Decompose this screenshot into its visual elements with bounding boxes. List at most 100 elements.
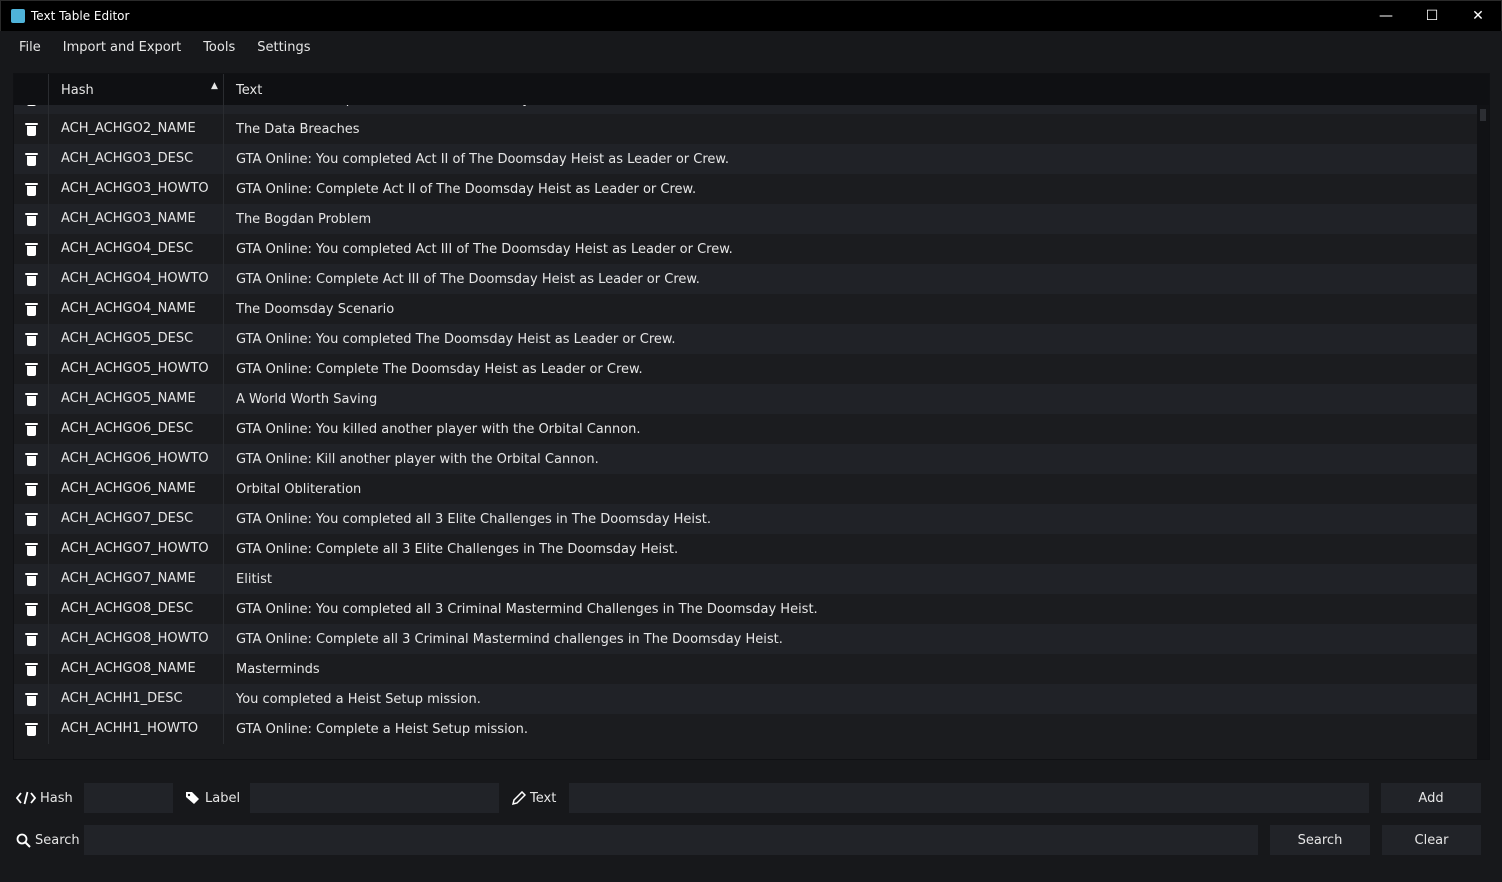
table-row[interactable]: ACH_ACHGO4_DESC GTA Online: You completed… (14, 234, 1478, 264)
text-cell[interactable]: GTA Online: You completed all 3 Criminal… (224, 602, 818, 617)
delete-row-button[interactable] (14, 564, 49, 594)
menu-tools[interactable]: Tools (192, 40, 246, 55)
text-cell[interactable]: GTA Online: Complete Act III of The Doom… (224, 272, 700, 287)
hash-cell[interactable]: ACH_ACHGO2_HOWTO (49, 105, 224, 114)
text-cell[interactable]: GTA Online: Complete The Doomsday Heist … (224, 362, 643, 377)
hash-cell[interactable]: ACH_ACHGO3_NAME (49, 204, 224, 234)
delete-row-button[interactable] (14, 534, 49, 564)
table-row[interactable]: ACH_ACHH1_DESC You completed a Heist Setu… (14, 684, 1478, 714)
delete-row-button[interactable] (14, 594, 49, 624)
delete-row-button[interactable] (14, 624, 49, 654)
hash-cell[interactable]: ACH_ACHGO6_DESC (49, 414, 224, 444)
delete-row-button[interactable] (14, 504, 49, 534)
hash-cell[interactable]: ACH_ACHGO5_NAME (49, 384, 224, 414)
table-row[interactable]: ACH_ACHGO8_HOWTO GTA Online: Complete all… (14, 624, 1478, 654)
text-cell[interactable]: The Doomsday Scenario (224, 302, 394, 317)
text-cell[interactable]: The Data Breaches (224, 122, 360, 137)
table-row[interactable]: ACH_ACHGO7_NAME Elitist (14, 564, 1478, 594)
delete-row-button[interactable] (14, 294, 49, 324)
table-row[interactable]: ACH_ACHGO7_HOWTO GTA Online: Complete all… (14, 534, 1478, 564)
hash-input[interactable] (84, 783, 173, 813)
text-cell[interactable]: GTA Online: Complete a Heist Setup missi… (224, 722, 528, 737)
label-input[interactable] (250, 783, 499, 813)
text-cell[interactable]: GTA Online: Complete Act I of The Doomsd… (224, 105, 692, 107)
table-row[interactable]: ACH_ACHGO4_HOWTO GTA Online: Complete Act… (14, 264, 1478, 294)
hash-cell[interactable]: ACH_ACHGO8_DESC (49, 594, 224, 624)
table-row[interactable]: ACH_ACHGO6_HOWTO GTA Online: Kill another… (14, 444, 1478, 474)
table-row[interactable]: ACH_ACHGO8_DESC GTA Online: You completed… (14, 594, 1478, 624)
text-cell[interactable]: A World Worth Saving (224, 392, 377, 407)
text-cell[interactable]: GTA Online: You completed The Doomsday H… (224, 332, 675, 347)
delete-row-button[interactable] (14, 684, 49, 714)
search-input[interactable] (84, 825, 1258, 855)
search-button[interactable]: Search (1270, 825, 1370, 855)
hash-cell[interactable]: ACH_ACHH1_DESC (49, 684, 224, 714)
clear-button[interactable]: Clear (1382, 825, 1481, 855)
text-cell[interactable]: GTA Online: Complete all 3 Criminal Mast… (224, 632, 783, 647)
text-cell[interactable]: GTA Online: You completed all 3 Elite Ch… (224, 512, 711, 527)
table-row[interactable]: ACH_ACHGO3_HOWTO GTA Online: Complete Act… (14, 174, 1478, 204)
text-cell[interactable]: GTA Online: Complete Act II of The Dooms… (224, 182, 696, 197)
table-row[interactable]: ACH_ACHGO3_NAME The Bogdan Problem (14, 204, 1478, 234)
menu-settings[interactable]: Settings (246, 40, 321, 55)
text-cell[interactable]: Orbital Obliteration (224, 482, 361, 497)
close-button[interactable]: ✕ (1455, 1, 1501, 31)
header-text[interactable]: Text (236, 83, 262, 98)
text-cell[interactable]: GTA Online: You completed Act II of The … (224, 152, 729, 167)
hash-cell[interactable]: ACH_ACHGO7_DESC (49, 504, 224, 534)
text-cell[interactable]: GTA Online: Complete all 3 Elite Challen… (224, 542, 678, 557)
hash-cell[interactable]: ACH_ACHGO6_NAME (49, 474, 224, 504)
text-cell[interactable]: Elitist (224, 572, 272, 587)
delete-row-button[interactable] (14, 114, 49, 144)
delete-row-button[interactable] (14, 384, 49, 414)
delete-row-button[interactable] (14, 204, 49, 234)
text-cell[interactable]: Masterminds (224, 662, 320, 677)
hash-cell[interactable]: ACH_ACHGO3_DESC (49, 144, 224, 174)
text-cell[interactable]: The Bogdan Problem (224, 212, 371, 227)
hash-cell[interactable]: ACH_ACHGO3_HOWTO (49, 174, 224, 204)
delete-row-button[interactable] (14, 654, 49, 684)
delete-row-button[interactable] (14, 144, 49, 174)
delete-row-button[interactable] (14, 714, 49, 744)
text-cell[interactable]: GTA Online: Kill another player with the… (224, 452, 599, 467)
table-row[interactable]: ACH_ACHGO4_NAME The Doomsday Scenario (14, 294, 1478, 324)
hash-cell[interactable]: ACH_ACHGO5_HOWTO (49, 354, 224, 384)
table-row[interactable]: ACH_ACHGO5_DESC GTA Online: You completed… (14, 324, 1478, 354)
delete-row-button[interactable] (14, 324, 49, 354)
hash-cell[interactable]: ACH_ACHGO6_HOWTO (49, 444, 224, 474)
hash-cell[interactable]: ACH_ACHGO7_NAME (49, 564, 224, 594)
delete-row-button[interactable] (14, 444, 49, 474)
maximize-button[interactable]: ☐ (1409, 1, 1455, 31)
table-row[interactable]: ACH_ACHGO8_NAME Masterminds (14, 654, 1478, 684)
hash-cell[interactable]: ACH_ACHGO7_HOWTO (49, 534, 224, 564)
menu-import-export[interactable]: Import and Export (52, 40, 192, 55)
text-cell[interactable]: GTA Online: You completed Act III of The… (224, 242, 733, 257)
table-row[interactable]: ACH_ACHGO5_NAME A World Worth Saving (14, 384, 1478, 414)
table-row[interactable]: ACH_ACHGO2_NAME The Data Breaches (14, 114, 1478, 144)
text-cell[interactable]: You completed a Heist Setup mission. (224, 692, 481, 707)
table-row[interactable]: ACH_ACHH1_HOWTO GTA Online: Complete a He… (14, 714, 1478, 744)
delete-row-button[interactable] (14, 105, 49, 114)
hash-cell[interactable]: ACH_ACHGO5_DESC (49, 324, 224, 354)
hash-cell[interactable]: ACH_ACHGO8_HOWTO (49, 624, 224, 654)
minimize-button[interactable]: — (1363, 1, 1409, 31)
vertical-scrollbar[interactable] (1477, 105, 1489, 759)
table-row[interactable]: ACH_ACHGO2_HOWTOGTA Online: Complete Act… (14, 105, 1478, 114)
menu-file[interactable]: File (8, 40, 52, 55)
hash-cell[interactable]: ACH_ACHGO4_HOWTO (49, 264, 224, 294)
hash-cell[interactable]: ACH_ACHH1_HOWTO (49, 714, 224, 744)
hash-cell[interactable]: ACH_ACHGO8_NAME (49, 654, 224, 684)
text-cell[interactable]: GTA Online: You killed another player wi… (224, 422, 641, 437)
text-input[interactable] (569, 783, 1369, 813)
table-row[interactable]: ACH_ACHGO7_DESC GTA Online: You completed… (14, 504, 1478, 534)
table-row[interactable]: ACH_ACHGO5_HOWTO GTA Online: Complete The… (14, 354, 1478, 384)
scrollbar-thumb[interactable] (1480, 109, 1486, 121)
add-button[interactable]: Add (1381, 783, 1481, 813)
hash-cell[interactable]: ACH_ACHGO4_NAME (49, 294, 224, 324)
delete-row-button[interactable] (14, 354, 49, 384)
hash-cell[interactable]: ACH_ACHGO2_NAME (49, 114, 224, 144)
table-row[interactable]: ACH_ACHGO6_DESC GTA Online: You killed an… (14, 414, 1478, 444)
delete-row-button[interactable] (14, 174, 49, 204)
hash-cell[interactable]: ACH_ACHGO4_DESC (49, 234, 224, 264)
delete-row-button[interactable] (14, 474, 49, 504)
